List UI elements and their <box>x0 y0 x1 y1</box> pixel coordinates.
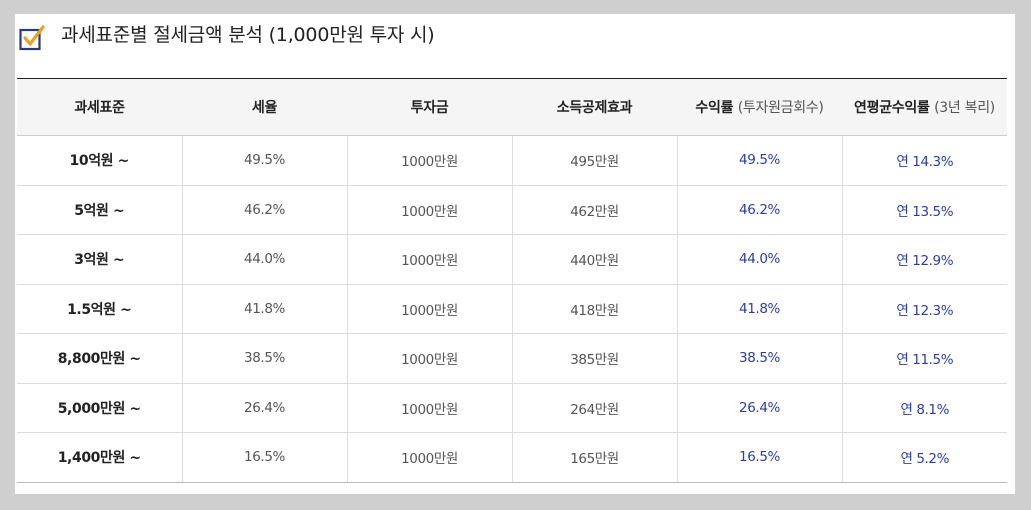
table-row: 1,400만원 ~16.5% 1000만원 165만원 16.5% 연 5.2% <box>17 432 1007 483</box>
header-sublabel: (3년 복리) <box>934 100 995 116</box>
cell-return-rate: 49.5% <box>676 135 842 186</box>
cell-tax-rate: 46.2% <box>181 185 347 235</box>
cell-tax-rate: 26.4% <box>181 383 347 433</box>
cell-return-rate: 41.8% <box>676 284 842 334</box>
table-row: 1.5억원 ~41.8% 1000만원 418만원 41.8% 연 12.3% <box>17 284 1007 334</box>
table-row: 5,000만원 ~26.4% 1000만원 264만원 26.4% 연 8.1% <box>17 383 1007 433</box>
cell-annual-return: 연 13.5% <box>841 185 1007 235</box>
header-annual-return: 연평균수익률 (3년 복리) <box>842 78 1007 136</box>
header-label: 세율 <box>251 100 278 116</box>
page-background: 과세표준별 절세금액 분석 (1,000만원 투자 시) 과세표준 세율 투자금… <box>0 0 1031 510</box>
cell-deduction: 264만원 <box>511 383 677 433</box>
cell-tax-bracket: 5,000만원 ~ <box>17 383 182 433</box>
cell-deduction: 495만원 <box>511 135 677 186</box>
cell-investment: 1000만원 <box>346 383 512 433</box>
table-body: 10억원 ~49.5% 1000만원 495만원 49.5% 연 14.3% 5억원 ~4… <box>17 135 1007 483</box>
header-label: 수익률 <box>695 100 734 116</box>
cell-investment: 1000만원 <box>346 333 512 384</box>
cell-tax-bracket: 10억원 ~ <box>17 135 182 186</box>
header-label: 연평균수익률 <box>854 100 930 116</box>
cell-investment: 1000만원 <box>346 284 512 334</box>
cell-tax-rate: 44.0% <box>181 234 347 285</box>
cell-deduction: 418만원 <box>511 284 677 334</box>
cell-tax-rate: 41.8% <box>181 284 347 334</box>
cell-deduction: 385만원 <box>511 333 677 384</box>
header-deduction-effect: 소득공제효과 <box>512 78 677 136</box>
header-sublabel: (투자원금회수) <box>737 100 824 116</box>
cell-investment: 1000만원 <box>346 234 512 285</box>
header-label: 소득공제효과 <box>556 100 633 116</box>
content-panel: 과세표준별 절세금액 분석 (1,000만원 투자 시) 과세표준 세율 투자금… <box>15 14 1015 494</box>
section-title-row: 과세표준별 절세금액 분석 (1,000만원 투자 시) <box>19 14 435 54</box>
header-tax-rate: 세율 <box>182 78 347 136</box>
cell-return-rate: 46.2% <box>676 185 842 235</box>
header-label: 투자금 <box>410 100 449 116</box>
cell-tax-bracket: 3억원 ~ <box>17 234 182 285</box>
cell-tax-bracket: 5억원 ~ <box>17 185 182 235</box>
cell-deduction: 440만원 <box>511 234 677 285</box>
cell-tax-rate: 38.5% <box>181 333 347 384</box>
cell-annual-return: 연 5.2% <box>841 432 1007 483</box>
table-row: 5억원 ~46.2% 1000만원 462만원 46.2% 연 13.5% <box>17 185 1007 235</box>
table-row: 3억원 ~44.0% 1000만원 440만원 44.0% 연 12.9% <box>17 234 1007 285</box>
section-title: 과세표준별 절세금액 분석 (1,000만원 투자 시) <box>61 23 435 46</box>
cell-annual-return: 연 12.9% <box>841 234 1007 285</box>
cell-return-rate: 38.5% <box>676 333 842 384</box>
cell-return-rate: 16.5% <box>676 432 842 483</box>
cell-investment: 1000만원 <box>346 135 512 186</box>
cell-return-rate: 26.4% <box>676 383 842 433</box>
cell-tax-bracket: 1,400만원 ~ <box>17 432 182 483</box>
checkbox-check-icon <box>19 25 45 51</box>
header-label: 과세표준 <box>74 100 125 116</box>
cell-tax-bracket: 1.5억원 ~ <box>17 284 182 334</box>
cell-annual-return: 연 12.3% <box>841 284 1007 334</box>
cell-investment: 1000만원 <box>346 432 512 483</box>
cell-tax-rate: 16.5% <box>181 432 347 483</box>
header-investment: 투자금 <box>347 78 512 136</box>
header-tax-bracket: 과세표준 <box>17 78 182 136</box>
table-header: 과세표준 세율 투자금 소득공제효과 수익률 (투자원금회수) 연평균수익률 (… <box>17 78 1007 136</box>
cell-return-rate: 44.0% <box>676 234 842 285</box>
cell-annual-return: 연 8.1% <box>841 383 1007 433</box>
cell-tax-rate: 49.5% <box>181 135 347 186</box>
table-row: 10억원 ~49.5% 1000만원 495만원 49.5% 연 14.3% <box>17 135 1007 186</box>
header-return-rate: 수익률 (투자원금회수) <box>677 78 842 136</box>
cell-tax-bracket: 8,800만원 ~ <box>17 333 182 384</box>
cell-annual-return: 연 11.5% <box>841 333 1007 384</box>
cell-investment: 1000만원 <box>346 185 512 235</box>
cell-deduction: 165만원 <box>511 432 677 483</box>
tax-savings-table: 과세표준 세율 투자금 소득공제효과 수익률 (투자원금회수) 연평균수익률 (… <box>17 78 1007 483</box>
cell-deduction: 462만원 <box>511 185 677 235</box>
table-row: 8,800만원 ~38.5% 1000만원 385만원 38.5% 연 11.5% <box>17 333 1007 384</box>
header-row: 과세표준 세율 투자금 소득공제효과 수익률 (투자원금회수) 연평균수익률 (… <box>17 78 1007 136</box>
cell-annual-return: 연 14.3% <box>841 135 1007 186</box>
